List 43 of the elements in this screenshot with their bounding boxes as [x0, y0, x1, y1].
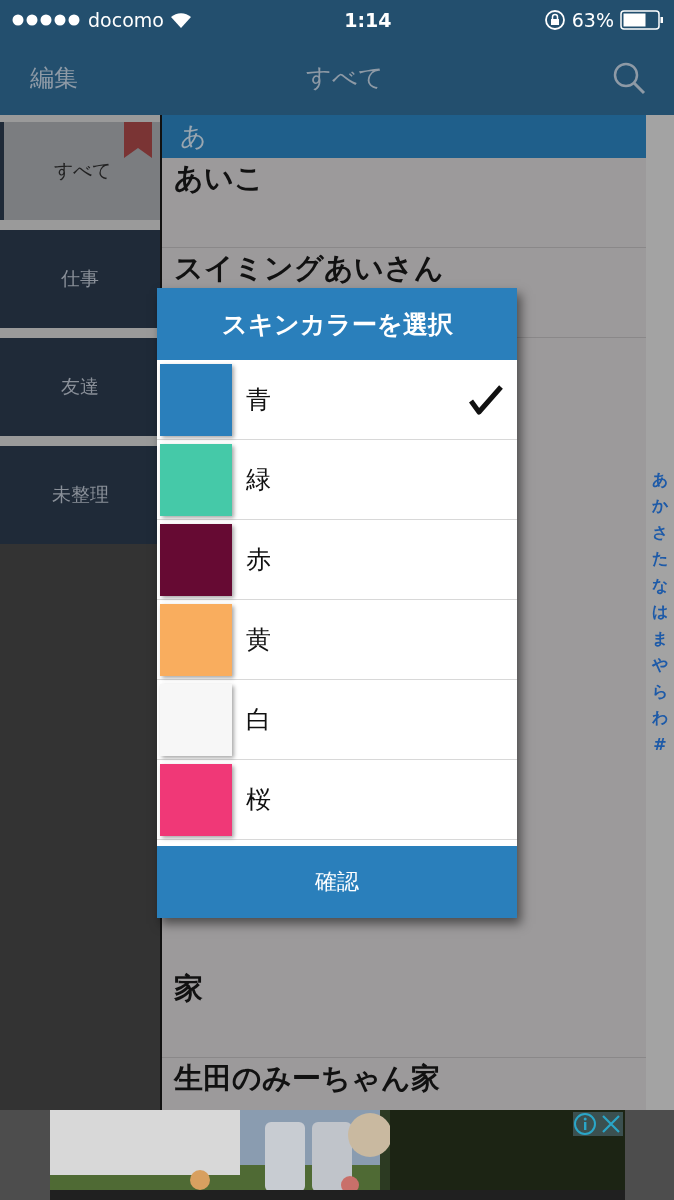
info-icon[interactable]	[572, 1112, 597, 1136]
status-time: 1:14	[344, 9, 392, 31]
index-letter[interactable]: ま	[652, 625, 668, 653]
section-header: あ	[162, 115, 646, 158]
nav-title: すべて	[306, 62, 384, 94]
index-letter[interactable]: わ	[652, 705, 668, 732]
index-letter[interactable]: あ	[652, 466, 668, 494]
dialog-title: スキンカラーを選択	[157, 288, 517, 360]
battery-percent: 63%	[571, 9, 614, 31]
color-option[interactable]: 白	[157, 680, 517, 760]
color-label: 黄	[246, 624, 272, 656]
color-option[interactable]: 緑	[157, 440, 517, 520]
sidebar-item[interactable]: 友達	[0, 338, 160, 436]
index-letter[interactable]: ら	[652, 678, 668, 706]
search-icon[interactable]	[612, 60, 646, 95]
index-letter[interactable]: な	[652, 572, 668, 600]
sidebar-item[interactable]: 未整理	[0, 446, 160, 544]
color-label: 緑	[246, 464, 272, 496]
checkmark-icon	[469, 384, 503, 415]
rotation-lock-icon	[543, 9, 566, 31]
index-letter[interactable]: や	[652, 652, 668, 679]
color-label: 白	[246, 704, 272, 736]
edit-button[interactable]: 編集	[30, 61, 78, 94]
sidebar-item[interactable]: すべて	[0, 122, 160, 220]
battery-icon	[620, 10, 664, 30]
color-label: 赤	[246, 544, 272, 576]
index-letter[interactable]: た	[652, 546, 668, 573]
carrier-name: docomo	[88, 9, 164, 31]
index-letter[interactable]: さ	[652, 519, 668, 547]
color-option[interactable]: 黄	[157, 600, 517, 680]
bookmark-icon	[124, 122, 152, 158]
color-option[interactable]: 青	[157, 360, 517, 440]
index-letter[interactable]: #	[653, 731, 667, 759]
sidebar-item[interactable]: 仕事	[0, 230, 160, 328]
color-option[interactable]: 桜	[157, 760, 517, 840]
confirm-button[interactable]: 確認	[157, 846, 517, 918]
color-label: 桜	[246, 784, 272, 816]
index-letter[interactable]: か	[652, 493, 668, 520]
signal-icon	[12, 14, 82, 26]
wifi-icon	[169, 12, 192, 28]
color-option[interactable]: 赤	[157, 520, 517, 600]
color-label: 青	[246, 384, 272, 416]
index-letter[interactable]: は	[652, 599, 668, 626]
